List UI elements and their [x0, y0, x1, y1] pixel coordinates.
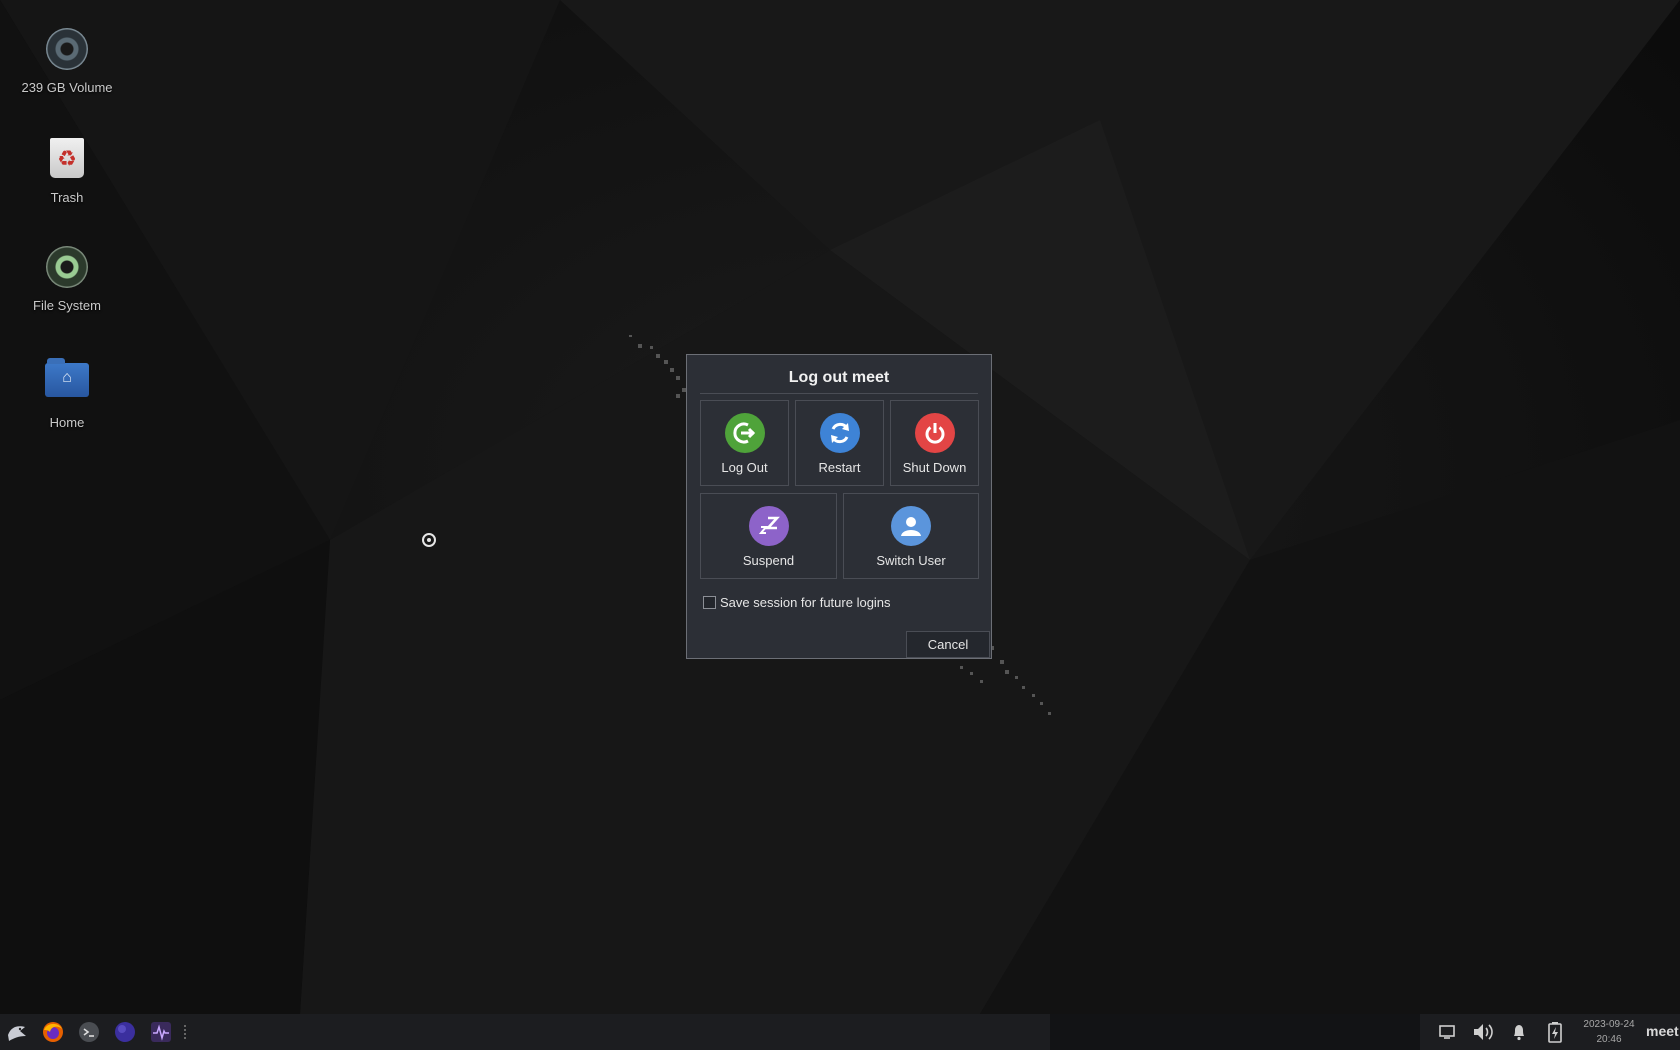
desktop-icon-filesystem[interactable]: File System — [17, 244, 117, 313]
action-label: Switch User — [876, 553, 946, 568]
logout-button[interactable]: Log Out — [700, 400, 789, 486]
home-folder-icon — [44, 358, 90, 409]
trash-icon — [44, 138, 90, 184]
logout-icon — [724, 413, 765, 453]
desktop-icon-label: Trash — [50, 190, 84, 205]
clock[interactable]: 2023-09-24 20:46 — [1574, 1017, 1644, 1047]
save-session-row[interactable]: Save session for future logins — [703, 595, 891, 610]
restart-icon — [819, 413, 860, 453]
save-session-checkbox[interactable] — [703, 596, 716, 609]
shutdown-button[interactable]: Shut Down — [890, 400, 979, 486]
desktop-icon-label: Home — [49, 415, 85, 430]
separator-handle[interactable] — [184, 1025, 190, 1039]
action-label: Shut Down — [902, 460, 967, 475]
user-icon — [891, 506, 931, 546]
clock-date: 2023-09-24 — [1583, 1019, 1635, 1030]
launcher-group — [4, 1014, 190, 1050]
menu-icon[interactable] — [4, 1019, 30, 1045]
power-icon — [914, 413, 955, 453]
suspend-button[interactable]: Suspend — [700, 493, 837, 579]
divider — [700, 393, 978, 394]
volume-icon[interactable] — [1472, 1021, 1494, 1043]
filesystem-icon — [44, 246, 90, 292]
taskbar-window-area — [1050, 1014, 1420, 1050]
cancel-button[interactable]: Cancel — [906, 631, 990, 658]
action-label: Suspend — [742, 553, 795, 568]
browser-icon[interactable] — [112, 1019, 138, 1045]
logout-dialog: Log out meet Log Out Restart Shut Down S… — [686, 354, 992, 659]
drive-icon — [44, 28, 90, 74]
desktop-icon-home[interactable]: Home — [17, 353, 117, 430]
action-label: Log Out — [721, 460, 768, 475]
action-label: Restart — [818, 460, 861, 475]
switch-user-button[interactable]: Switch User — [843, 493, 979, 579]
firefox-icon[interactable] — [40, 1019, 66, 1045]
system-tray — [1436, 1014, 1566, 1050]
display-icon[interactable] — [1436, 1021, 1458, 1043]
desktop-icon-label: File System — [33, 298, 101, 313]
desktop-icon-volume[interactable]: 239 GB Volume — [17, 26, 117, 95]
dialog-title: Log out meet — [788, 369, 890, 386]
suspend-icon — [748, 506, 789, 546]
desktop: 239 GB Volume Trash File System Home Log… — [0, 0, 1680, 1014]
clock-time: 20:46 — [1596, 1034, 1622, 1045]
save-session-label: Save session for future logins — [720, 595, 891, 610]
power-manager-icon[interactable] — [1544, 1021, 1566, 1043]
terminal-icon[interactable] — [76, 1019, 102, 1045]
restart-button[interactable]: Restart — [795, 400, 884, 486]
taskbar: 2023-09-24 20:46 meet — [0, 1014, 1680, 1050]
desktop-icon-trash[interactable]: Trash — [17, 135, 117, 205]
task-manager-icon[interactable] — [148, 1019, 174, 1045]
desktop-icon-label: 239 GB Volume — [21, 80, 113, 95]
mouse-cursor-icon — [422, 533, 436, 547]
notification-bell-icon[interactable] — [1508, 1021, 1530, 1043]
user-menu[interactable]: meet — [1646, 1023, 1679, 1039]
